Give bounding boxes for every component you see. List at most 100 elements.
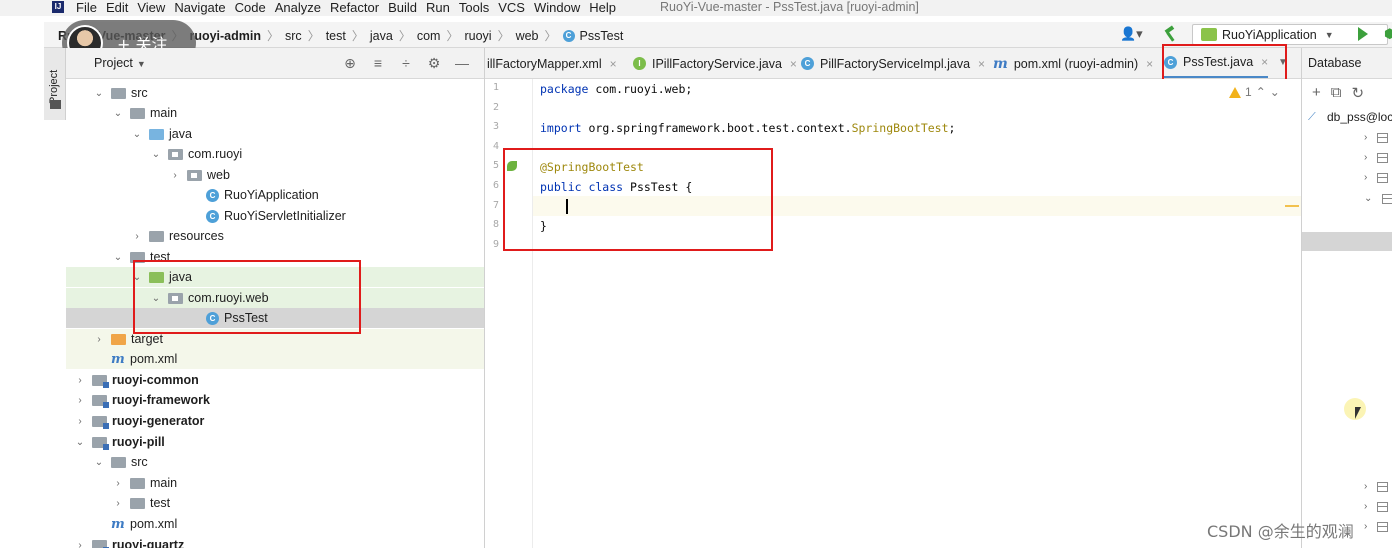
user-icon[interactable]: 👤▾ [1120, 26, 1143, 42]
editor-tab[interactable]: m pom.xml (ruoyi-admin) × [993, 48, 1153, 78]
editor-tab[interactable]: C PillFactoryServiceImpl.java × [801, 48, 985, 78]
tree-item[interactable]: › main [66, 473, 484, 493]
menu-code[interactable]: Code [235, 0, 266, 16]
tree-item[interactable]: C RuoYiServletInitializer [66, 206, 484, 226]
hide-icon[interactable]: — [454, 55, 470, 72]
chevron-right-icon[interactable]: › [93, 334, 105, 345]
chevron-down-icon[interactable]: ⌄ [131, 129, 143, 140]
breadcrumb-item[interactable]: web [516, 29, 539, 43]
project-tool-window-button[interactable]: Project [45, 56, 65, 104]
db-table-row[interactable]: › [1364, 132, 1389, 143]
chevron-down-icon[interactable]: ⌄ [150, 293, 162, 304]
chevron-down-icon[interactable]: ⌄ [112, 252, 124, 263]
breadcrumb-item[interactable]: java [370, 29, 393, 43]
db-table-row[interactable]: › [1364, 521, 1389, 532]
tree-item[interactable]: › test [66, 493, 484, 513]
breadcrumb-item[interactable]: PssTest [580, 29, 624, 43]
project-view-selector[interactable]: Project ▼ [94, 56, 146, 70]
tree-item[interactable]: › target [66, 329, 484, 349]
tree-item[interactable]: › ruoyi-framework [66, 390, 484, 410]
close-icon[interactable]: × [978, 57, 985, 71]
chevron-down-icon[interactable]: ⌄ [131, 272, 143, 283]
breadcrumb-item[interactable]: com [417, 29, 441, 43]
db-table-row[interactable]: › [1364, 501, 1389, 512]
chevron-down-icon[interactable]: ⌄ [1270, 85, 1280, 99]
tree-item[interactable]: ⌄ java [66, 124, 484, 144]
tree-item[interactable]: ⌄ test [66, 247, 484, 267]
menu-window[interactable]: Window [534, 0, 580, 16]
close-icon[interactable]: × [1261, 55, 1268, 69]
chevron-right-icon[interactable]: › [131, 231, 143, 242]
locate-icon[interactable]: ⊕ [342, 55, 358, 72]
chevron-down-icon[interactable]: ⌄ [150, 149, 162, 160]
add-icon[interactable]: + [1312, 84, 1321, 101]
tree-item[interactable]: ⌄ main [66, 103, 484, 123]
chevron-down-icon[interactable]: ⌄ [93, 457, 105, 468]
chevron-right-icon[interactable]: › [74, 416, 86, 427]
tree-item[interactable]: › ruoyi-generator [66, 411, 484, 431]
menu-tools[interactable]: Tools [459, 0, 489, 16]
tree-item[interactable]: ⌄ java [66, 267, 484, 287]
tree-item[interactable]: › ruoyi-common [66, 370, 484, 390]
run-icon[interactable] [1358, 27, 1368, 41]
refresh-icon[interactable]: ↻ [1351, 84, 1364, 102]
editor-tab[interactable]: C PssTest.java × [1164, 48, 1269, 78]
breadcrumb-item[interactable]: ruoyi [464, 29, 491, 43]
tree-item[interactable]: m pom.xml [66, 349, 484, 369]
build-hammer-icon[interactable] [1162, 25, 1180, 43]
db-table-row[interactable]: › [1364, 152, 1389, 163]
tree-item[interactable]: ⌄ com.ruoyi.web [66, 288, 484, 308]
menu-vcs[interactable]: VCS [498, 0, 525, 16]
chevron-right-icon[interactable]: › [169, 170, 181, 181]
breadcrumb-item[interactable]: ruoyi-admin [189, 29, 261, 43]
tree-item[interactable]: › ruoyi-quartz [66, 535, 484, 548]
chevron-down-icon[interactable]: ⌄ [74, 437, 86, 448]
tree-item[interactable]: ⌄ src [66, 83, 484, 103]
close-icon[interactable]: × [610, 57, 617, 71]
close-icon[interactable]: × [1146, 57, 1153, 71]
spring-bean-icon[interactable] [507, 161, 517, 171]
chevron-right-icon[interactable]: › [112, 478, 124, 489]
menu-edit[interactable]: Edit [106, 0, 128, 16]
chevron-right-icon[interactable]: › [74, 540, 86, 548]
chevron-right-icon[interactable]: › [74, 395, 86, 406]
tree-item[interactable]: › web [66, 165, 484, 185]
menu-refactor[interactable]: Refactor [330, 0, 379, 16]
db-table-row[interactable]: › [1364, 172, 1389, 183]
chevron-down-icon[interactable]: ⌄ [112, 108, 124, 119]
tree-item[interactable]: C RuoYiApplication [66, 185, 484, 205]
chevron-down-icon[interactable]: ⌄ [93, 88, 105, 99]
db-table-row[interactable]: ⌄ [1364, 193, 1392, 204]
db-table-row[interactable]: › [1364, 481, 1389, 492]
gear-icon[interactable]: ⚙ [426, 55, 442, 72]
menu-help[interactable]: Help [589, 0, 616, 16]
inspection-widget[interactable]: 1 ⌃ ⌄ [1229, 85, 1280, 99]
menu-file[interactable]: File [76, 0, 97, 16]
collapse-all-icon[interactable]: ÷ [398, 55, 414, 72]
tree-item[interactable]: › resources [66, 226, 484, 246]
breadcrumb-item[interactable]: src [285, 29, 302, 43]
tree-item[interactable]: m pom.xml [66, 514, 484, 534]
menu-analyze[interactable]: Analyze [275, 0, 321, 16]
menu-navigate[interactable]: Navigate [174, 0, 225, 16]
tree-item[interactable]: ⌄ src [66, 452, 484, 472]
tree-item[interactable]: C PssTest [66, 308, 484, 328]
expand-all-icon[interactable]: ≡ [370, 55, 386, 72]
menu-run[interactable]: Run [426, 0, 450, 16]
debug-icon[interactable]: ⬢ [1384, 26, 1392, 42]
close-icon[interactable]: × [790, 57, 797, 71]
copy-icon[interactable]: ⧉ [1331, 84, 1342, 101]
tree-item[interactable]: ⌄ com.ruoyi [66, 144, 484, 164]
code-editor[interactable]: 1 2 3 4 5 6 7 8 9 package com.ruoyi.web; import … [485, 79, 1301, 548]
editor-tab[interactable]: illFactoryMapper.xml × [487, 48, 617, 78]
database-connection[interactable]: ⟋ db_pss@loca [1308, 110, 1392, 124]
chevron-down-icon[interactable]: ▼ [1278, 57, 1288, 68]
tree-item[interactable]: ⌄ ruoyi-pill [66, 432, 484, 452]
chevron-up-icon[interactable]: ⌃ [1256, 85, 1266, 99]
chevron-right-icon[interactable]: › [112, 498, 124, 509]
menu-view[interactable]: View [137, 0, 165, 16]
editor-tab[interactable]: I IPillFactoryService.java × [633, 48, 797, 78]
breadcrumb-item[interactable]: test [326, 29, 346, 43]
menu-build[interactable]: Build [388, 0, 417, 16]
chevron-right-icon[interactable]: › [74, 375, 86, 386]
